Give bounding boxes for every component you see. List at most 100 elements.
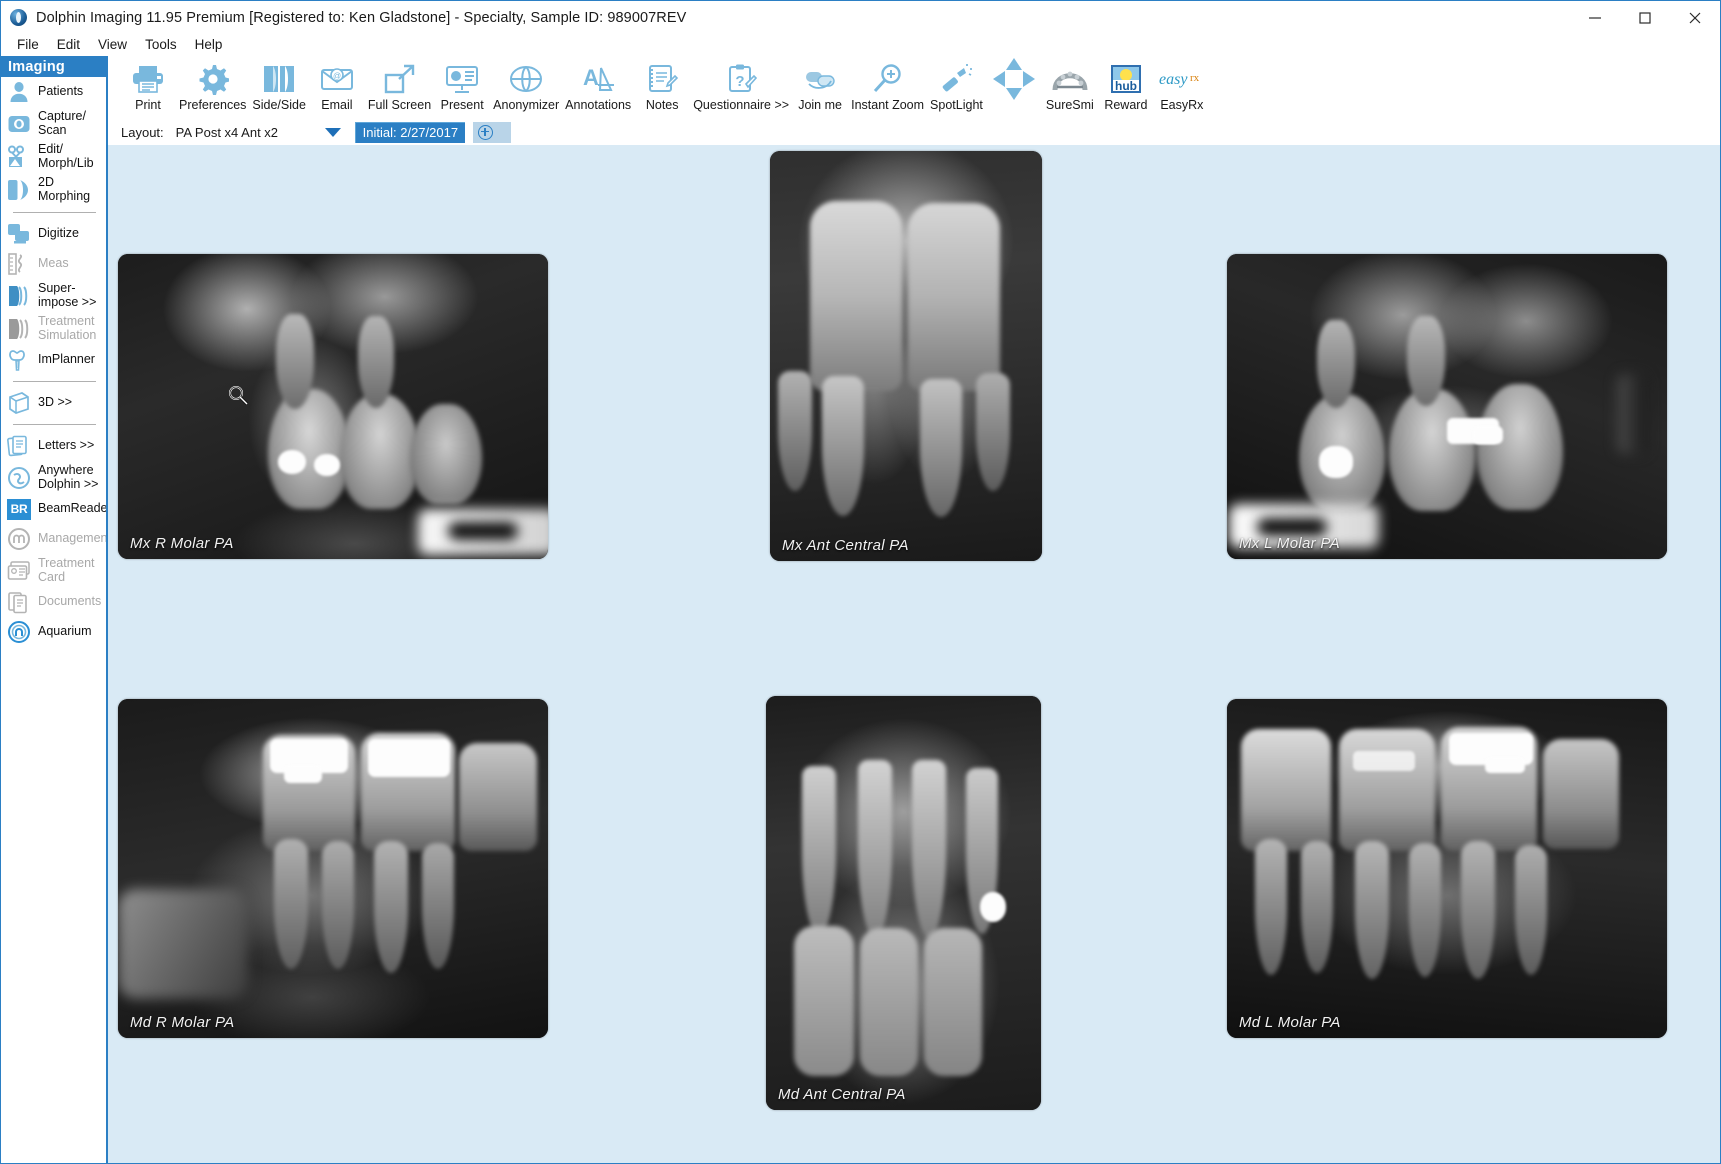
xray-image-mx-ant-central-pa[interactable]: Mx Ant Central PA (770, 151, 1042, 561)
sidebar-item-2d-morphing[interactable]: 2D Morphing (1, 173, 106, 206)
sidebar-item-capture-scan[interactable]: Capture/ Scan (1, 107, 106, 140)
menu-item-tools[interactable]: Tools (137, 35, 186, 55)
side-by-side-icon (262, 60, 296, 98)
present-button[interactable]: Present (434, 58, 490, 118)
cube-icon (7, 391, 31, 415)
layout-bar: Layout: PA Post x4 Ant x2 Initial: 2/27/… (108, 119, 1720, 145)
close-button[interactable] (1670, 1, 1720, 34)
easyrx-icon: easy rx (1157, 60, 1207, 98)
sidebar-item-implanner[interactable]: ImPlanner (1, 345, 106, 375)
sidebar-item-label: Letters >> (38, 438, 95, 453)
full-screen-button[interactable]: Full Screen (365, 58, 434, 118)
scissors-icon (7, 145, 31, 169)
radiograph-content (1227, 699, 1667, 1038)
menu-item-help[interactable]: Help (187, 35, 232, 55)
radiograph-content (118, 254, 548, 559)
sidebar-item-management[interactable]: Management (1, 524, 106, 554)
sidebar-item-patients[interactable]: Patients (1, 77, 106, 107)
pan-navigation-button[interactable] (986, 58, 1042, 118)
toolbar-label: Preferences (179, 98, 247, 112)
sidebar-item-meas[interactable]: Meas (1, 249, 106, 279)
toolbar-label: Side/Side (252, 98, 306, 112)
questionnaire-icon: ? (725, 60, 758, 98)
menu-item-view[interactable]: View (90, 35, 136, 55)
svg-text:hub: hub (1115, 79, 1137, 93)
sidebar-item-3d[interactable]: 3D >> (1, 388, 106, 418)
sidebar-item-aquarium[interactable]: Aquarium (1, 617, 106, 647)
add-timepoint-tab[interactable] (473, 121, 512, 143)
preferences-button[interactable]: Preferences (176, 58, 249, 118)
annotations-button[interactable]: A Annotations (562, 58, 634, 118)
printer-icon (131, 60, 165, 98)
notes-button[interactable]: Notes (634, 58, 690, 118)
minimize-button[interactable] (1570, 1, 1620, 34)
toolbar-label: Instant Zoom (851, 98, 925, 112)
plus-circle-icon[interactable] (478, 124, 494, 140)
questionnaire-button[interactable]: ? Questionnaire >> (690, 58, 792, 118)
xray-image-mx-l-molar-pa[interactable]: Mx L Molar PA (1227, 254, 1667, 559)
sidebar-item-superimpose[interactable]: Super- impose >> (1, 279, 106, 312)
title-bar-left: Dolphin Imaging 11.95 Premium [Registere… (1, 9, 686, 26)
title-bar: Dolphin Imaging 11.95 Premium [Registere… (1, 1, 1720, 34)
toolbar-label: Full Screen (367, 98, 432, 112)
instant-zoom-button[interactable]: Instant Zoom (848, 58, 927, 118)
svg-text:easy: easy (1159, 71, 1188, 88)
hub-reward-button[interactable]: hub Reward (1098, 58, 1154, 118)
sidebar-item-anywhere-dolphin[interactable]: Anywhere Dolphin >> (1, 461, 106, 494)
sidebar-item-label: Meas (38, 256, 69, 271)
menu-item-file[interactable]: File (9, 35, 48, 55)
toolbar: Print Preferences Side/Side @ Email Full… (108, 56, 1720, 119)
svg-text:@: @ (333, 72, 341, 81)
camera-icon (7, 112, 31, 136)
application-window: Dolphin Imaging 11.95 Premium [Registere… (0, 0, 1721, 1164)
radiograph-content (118, 699, 548, 1038)
sidebar-item-label: Digitize (38, 226, 79, 241)
image-caption: Md Ant Central PA (778, 1086, 906, 1103)
xray-image-md-l-molar-pa[interactable]: Md L Molar PA (1227, 699, 1667, 1038)
menu-item-edit[interactable]: Edit (49, 35, 89, 55)
easyrx-button[interactable]: easy rx EasyRx (1154, 58, 1210, 118)
toolbar-label: Print (135, 98, 161, 112)
xray-image-md-r-molar-pa[interactable]: Md R Molar PA (118, 699, 548, 1038)
xray-image-md-ant-central-pa[interactable]: Md Ant Central PA (766, 696, 1041, 1110)
chevron-down-icon[interactable] (324, 127, 341, 137)
side-by-side-button[interactable]: Side/Side (249, 58, 309, 118)
sidebar-item-edit-morph-lib[interactable]: Edit/ Morph/Lib (1, 140, 106, 173)
suresmile-button[interactable]: SureSmi (1042, 58, 1098, 118)
beamreaders-icon: BR (7, 497, 31, 521)
sidebar-item-treatment-card[interactable]: Treatment Card (1, 554, 106, 587)
letters-icon (7, 434, 31, 458)
presentation-icon (445, 60, 479, 98)
email-button[interactable]: @ Email (309, 58, 365, 118)
join-me-button[interactable]: Join me (792, 58, 848, 118)
sidebar-item-letters[interactable]: Letters >> (1, 431, 106, 461)
toolbar-label: SpotLight (930, 98, 983, 112)
toolbar-label: Email (321, 98, 353, 112)
treatment-sim-icon (7, 317, 31, 341)
suresmile-arch-icon (1051, 60, 1089, 98)
right-pane: Print Preferences Side/Side @ Email Full… (108, 56, 1720, 1163)
timepoint-tab[interactable]: Initial: 2/27/2017 (354, 121, 466, 143)
maximize-button[interactable] (1620, 1, 1670, 34)
print-button[interactable]: Print (120, 58, 176, 118)
sidebar-item-treatment-simulation[interactable]: Treatment Simulation (1, 312, 106, 345)
fullscreen-icon (384, 60, 416, 98)
sidebar-item-documents[interactable]: Documents (1, 587, 106, 617)
sidebar-separator (13, 212, 96, 213)
person-icon (7, 80, 31, 104)
aquarium-icon (7, 620, 31, 644)
toolbar-label: SureSmi (1045, 98, 1094, 112)
sidebar-separator (13, 381, 96, 382)
annotations-icon: A (581, 60, 615, 98)
sidebar-item-beamreaders[interactable]: BR BeamReaders (1, 494, 106, 524)
window-title: Dolphin Imaging 11.95 Premium [Registere… (36, 9, 687, 26)
ruler-icon (7, 252, 31, 276)
layout-select[interactable]: PA Post x4 Ant x2 (171, 122, 347, 142)
spotlight-button[interactable]: SpotLight (927, 58, 986, 118)
image-caption: Mx Ant Central PA (782, 537, 909, 554)
sidebar-item-digitize[interactable]: Digitize (1, 219, 106, 249)
anonymizer-button[interactable]: Anonymizer (490, 58, 562, 118)
image-caption: Mx L Molar PA (1239, 535, 1340, 552)
sidebar-item-label: Management (38, 531, 108, 546)
xray-image-mx-r-molar-pa[interactable]: Mx R Molar PA (118, 254, 548, 559)
